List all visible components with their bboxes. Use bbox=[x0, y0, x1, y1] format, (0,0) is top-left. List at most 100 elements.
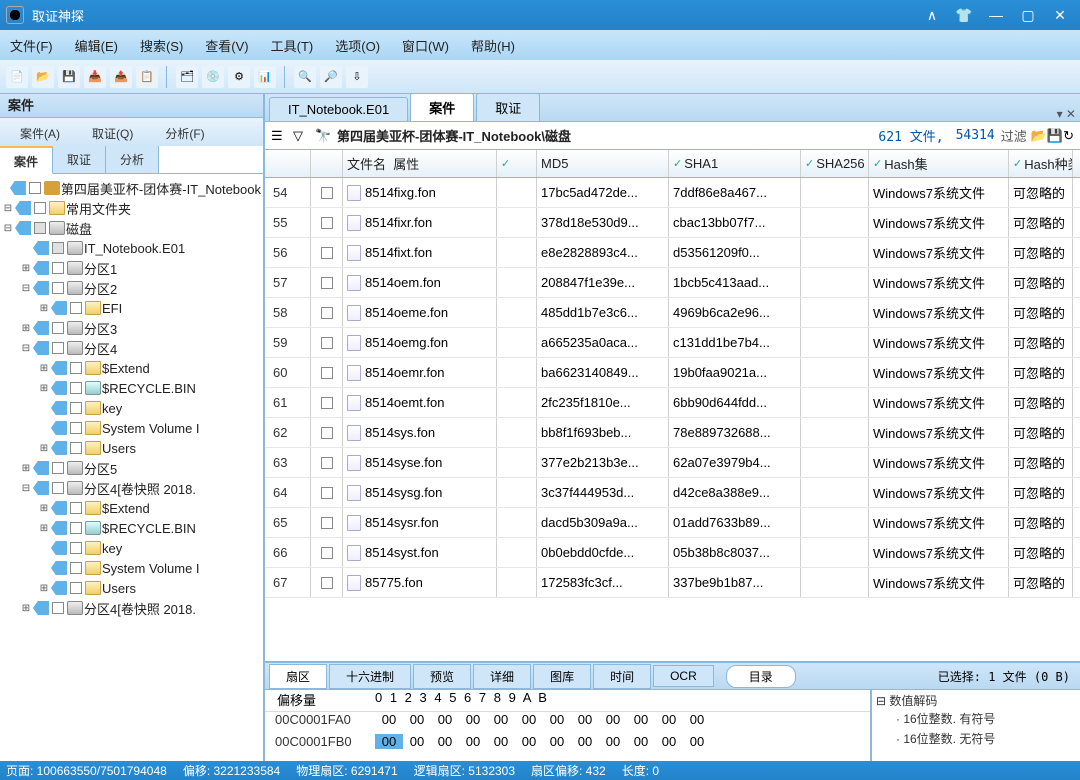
table-row[interactable]: 62 8514sys.fon bb8f1f693beb... 78e889732… bbox=[265, 418, 1080, 448]
menu-item[interactable]: 帮助(H) bbox=[471, 36, 515, 55]
maximize-button[interactable]: ▢ bbox=[1014, 5, 1042, 25]
expander-icon[interactable]: ⊞ bbox=[20, 603, 32, 614]
expander-icon[interactable]: ⊞ bbox=[20, 263, 32, 274]
folder-open-icon[interactable]: 📂 bbox=[1031, 128, 1047, 144]
list-icon[interactable]: ☰ bbox=[271, 128, 287, 144]
expander-icon[interactable]: ⊞ bbox=[38, 503, 50, 514]
subtab[interactable]: 案件(A) bbox=[4, 121, 76, 146]
tree-row[interactable]: ⊞ Users bbox=[2, 438, 261, 458]
expander-icon[interactable]: ⊟ bbox=[2, 203, 14, 214]
content-tab[interactable]: 案件 bbox=[0, 146, 53, 174]
expander-icon[interactable]: ⊟ bbox=[2, 223, 14, 234]
bottom-tab[interactable]: 详细 bbox=[473, 664, 531, 689]
minimize-button[interactable]: — bbox=[982, 5, 1010, 25]
table-row[interactable]: 63 8514syse.fon 377e2b213b3e... 62a07e39… bbox=[265, 448, 1080, 478]
tree-row[interactable]: ⊞ Users bbox=[2, 578, 261, 598]
tree-row[interactable]: System Volume I bbox=[2, 418, 261, 438]
shirt-icon[interactable]: 👕 bbox=[950, 5, 978, 25]
subtab[interactable]: 分析(F) bbox=[149, 121, 220, 146]
menu-item[interactable]: 选项(O) bbox=[335, 36, 380, 55]
save-icon[interactable]: 💾 bbox=[1047, 128, 1063, 144]
row-checkbox[interactable] bbox=[321, 337, 333, 349]
row-checkbox[interactable] bbox=[321, 217, 333, 229]
tool-11[interactable]: 🔍 bbox=[294, 66, 316, 88]
decode-title[interactable]: ⊟ 数值解码 bbox=[876, 692, 1076, 709]
menu-item[interactable]: 编辑(E) bbox=[75, 36, 118, 55]
content-tab[interactable]: 分析 bbox=[106, 146, 159, 173]
expander-icon[interactable]: ⊟ bbox=[20, 343, 32, 354]
col-hashtype[interactable]: ✓Hash种类 bbox=[1009, 150, 1073, 177]
tree-row[interactable]: ⊟ 常用文件夹 bbox=[2, 198, 261, 218]
checkbox[interactable] bbox=[52, 462, 64, 474]
decode-item[interactable]: · 16位整数. 无符号 bbox=[876, 729, 1076, 749]
collapse-icon[interactable]: ∧ bbox=[918, 5, 946, 25]
checkbox[interactable] bbox=[52, 322, 64, 334]
filter-icon[interactable]: ▽ bbox=[293, 128, 309, 144]
expander-icon[interactable]: ⊟ bbox=[20, 283, 32, 294]
tab-closer[interactable]: ▾ ✕ bbox=[1057, 107, 1076, 121]
tool-7[interactable]: 🗂 bbox=[176, 66, 198, 88]
checkbox[interactable] bbox=[70, 442, 82, 454]
content-tab[interactable]: 取证 bbox=[53, 146, 106, 173]
checkbox[interactable] bbox=[70, 422, 82, 434]
col-filename[interactable]: 文件名 属性 bbox=[343, 150, 497, 177]
checkbox[interactable] bbox=[70, 382, 82, 394]
expander-icon[interactable]: ⊞ bbox=[20, 323, 32, 334]
table-row[interactable]: 64 8514sysg.fon 3c37f444953d... d42ce8a3… bbox=[265, 478, 1080, 508]
tool-9[interactable]: ⚙ bbox=[228, 66, 250, 88]
tool-2[interactable]: 📂 bbox=[32, 66, 54, 88]
col-hashset[interactable]: ✓Hash集 bbox=[869, 150, 1009, 177]
row-checkbox[interactable] bbox=[321, 397, 333, 409]
bottom-tab[interactable]: 时间 bbox=[593, 664, 651, 689]
subtab[interactable]: 取证(Q) bbox=[76, 121, 149, 146]
row-checkbox[interactable] bbox=[321, 517, 333, 529]
tool-13[interactable]: ⇩ bbox=[346, 66, 368, 88]
checkbox[interactable] bbox=[70, 302, 82, 314]
table-row[interactable]: 59 8514oemg.fon a665235a0aca... c131dd1b… bbox=[265, 328, 1080, 358]
checkbox[interactable] bbox=[34, 202, 46, 214]
tree-row[interactable]: ⊞ EFI bbox=[2, 298, 261, 318]
checkbox[interactable] bbox=[70, 522, 82, 534]
tree-row[interactable]: ⊟ 磁盘 bbox=[2, 218, 261, 238]
table-row[interactable]: 55 8514fixr.fon 378d18e530d9... cbac13bb… bbox=[265, 208, 1080, 238]
tool-3[interactable]: 💾 bbox=[58, 66, 80, 88]
dir-button[interactable]: 目录 bbox=[726, 665, 796, 688]
expander-icon[interactable]: ⊟ bbox=[20, 483, 32, 494]
tree-row[interactable]: ⊟ 分区4[卷快照 2018. bbox=[2, 478, 261, 498]
table-row[interactable]: 66 8514syst.fon 0b0ebdd0cfde... 05b38b8c… bbox=[265, 538, 1080, 568]
row-checkbox[interactable] bbox=[321, 427, 333, 439]
bottom-tab[interactable]: 十六进制 bbox=[329, 664, 411, 689]
tree-row[interactable]: ⊞ 分区4[卷快照 2018. bbox=[2, 598, 261, 618]
menu-item[interactable]: 查看(V) bbox=[205, 36, 248, 55]
doc-tab[interactable]: 取证 bbox=[476, 94, 540, 121]
tree-row[interactable]: ⊞ 分区5 bbox=[2, 458, 261, 478]
menu-item[interactable]: 文件(F) bbox=[10, 36, 53, 55]
checkbox[interactable] bbox=[52, 262, 64, 274]
checkbox[interactable] bbox=[52, 282, 64, 294]
row-checkbox[interactable] bbox=[321, 277, 333, 289]
expander-icon[interactable]: ⊞ bbox=[38, 303, 50, 314]
tree-row[interactable]: ⊞ $RECYCLE.BIN bbox=[2, 378, 261, 398]
table-row[interactable]: 57 8514oem.fon 208847f1e39e... 1bcb5c413… bbox=[265, 268, 1080, 298]
table-row[interactable]: 60 8514oemr.fon ba6623140849... 19b0faa9… bbox=[265, 358, 1080, 388]
filter-label[interactable]: 过滤 bbox=[1001, 126, 1027, 145]
tree-row[interactable]: ⊞ $Extend bbox=[2, 498, 261, 518]
tree-row[interactable]: ⊞ 分区1 bbox=[2, 258, 261, 278]
bottom-tab[interactable]: 扇区 bbox=[269, 664, 327, 689]
checkbox[interactable] bbox=[70, 502, 82, 514]
tool-5[interactable]: 📤 bbox=[110, 66, 132, 88]
expander-icon[interactable]: ⊞ bbox=[38, 383, 50, 394]
menu-item[interactable]: 搜索(S) bbox=[140, 36, 183, 55]
row-checkbox[interactable] bbox=[321, 307, 333, 319]
bottom-tab[interactable]: 预览 bbox=[413, 664, 471, 689]
menu-item[interactable]: 工具(T) bbox=[271, 36, 314, 55]
tree-row[interactable]: ⊟ 分区2 bbox=[2, 278, 261, 298]
row-checkbox[interactable] bbox=[321, 187, 333, 199]
row-checkbox[interactable] bbox=[321, 577, 333, 589]
binocular-icon[interactable]: 🔭 bbox=[315, 128, 331, 144]
tree[interactable]: 第四届美亚杯-团体赛-IT_Notebook⊟ 常用文件夹⊟ 磁盘 IT_Not… bbox=[0, 174, 263, 761]
col-sha256[interactable]: ✓SHA256 bbox=[801, 150, 869, 177]
col-md5[interactable]: MD5 bbox=[537, 150, 669, 177]
table-row[interactable]: 54 8514fixg.fon 17bc5ad472de... 7ddf86e8… bbox=[265, 178, 1080, 208]
expander-icon[interactable]: ⊞ bbox=[20, 463, 32, 474]
